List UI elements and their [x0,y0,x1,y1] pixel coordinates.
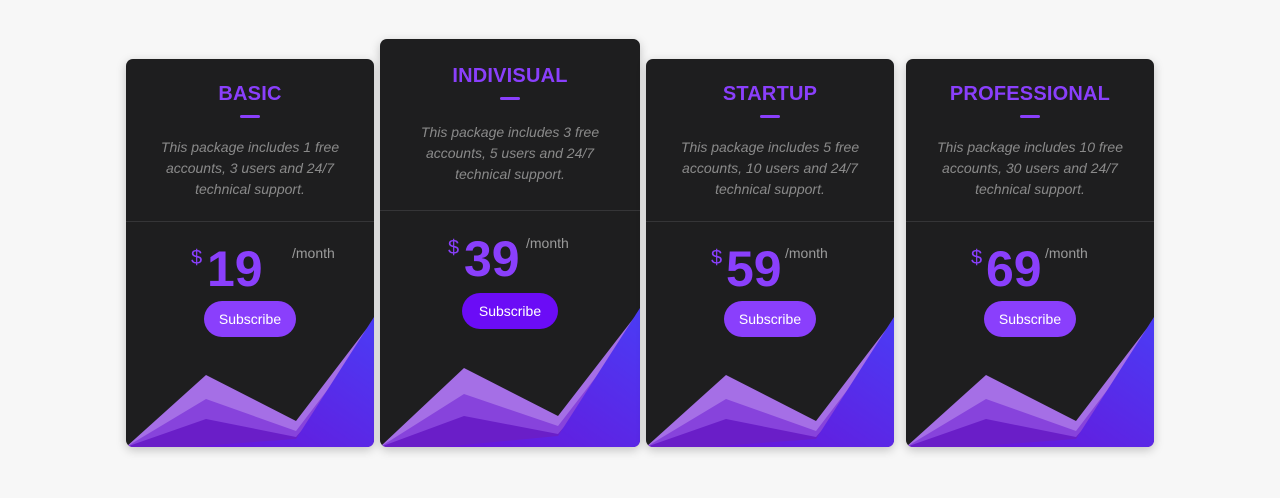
decorative-wave-graphic [126,317,374,447]
price-amount: 19 [207,241,263,297]
price-block: $ 59 /month [646,241,894,301]
card-divider [646,221,894,222]
price-amount: 69 [986,241,1042,297]
plan-description: This package includes 5 free accounts, 1… [680,139,860,197]
title-underline [1020,115,1040,118]
card-divider [906,221,1154,222]
title-underline [500,97,520,100]
pricing-card-startup: STARTUP This package includes 5 free acc… [646,59,894,447]
price-period: /month [292,245,335,261]
title-underline [760,115,780,118]
decorative-wave-graphic [646,317,894,447]
decorative-wave-graphic [906,317,1154,447]
card-divider [126,221,374,222]
price-block: $ 39 /month [380,231,640,291]
price-period: /month [1045,245,1088,261]
plan-name: BASIC [218,83,282,105]
plan-name: INDIVISUAL [452,65,568,87]
currency-symbol: $ [448,237,460,259]
title-underline [240,115,260,118]
plan-name: STARTUP [722,83,818,105]
price-block: $ 19 /month [126,241,374,301]
currency-symbol: $ [191,247,203,269]
price-amount: 39 [464,231,520,287]
plan-description: This package includes 10 free accounts, … [937,139,1123,197]
pricing-card-basic: BASIC This package includes 1 free accou… [126,59,374,447]
price-period: /month [785,245,828,261]
price-block: $ 69 /month [906,241,1154,301]
pricing-card-indivisual: INDIVISUAL This package includes 3 free … [380,39,640,447]
price-period: /month [526,235,569,251]
price-amount: 59 [726,241,782,297]
plan-name: PROFESSIONAL [949,83,1111,105]
decorative-wave-graphic [380,308,640,447]
plan-description: This package includes 1 free accounts, 3… [160,139,340,197]
card-divider [380,210,640,211]
pricing-card-professional: PROFESSIONAL This package includes 10 fr… [906,59,1154,447]
currency-symbol: $ [711,247,723,269]
currency-symbol: $ [971,247,983,269]
plan-description: This package includes 3 free accounts, 5… [420,124,600,182]
